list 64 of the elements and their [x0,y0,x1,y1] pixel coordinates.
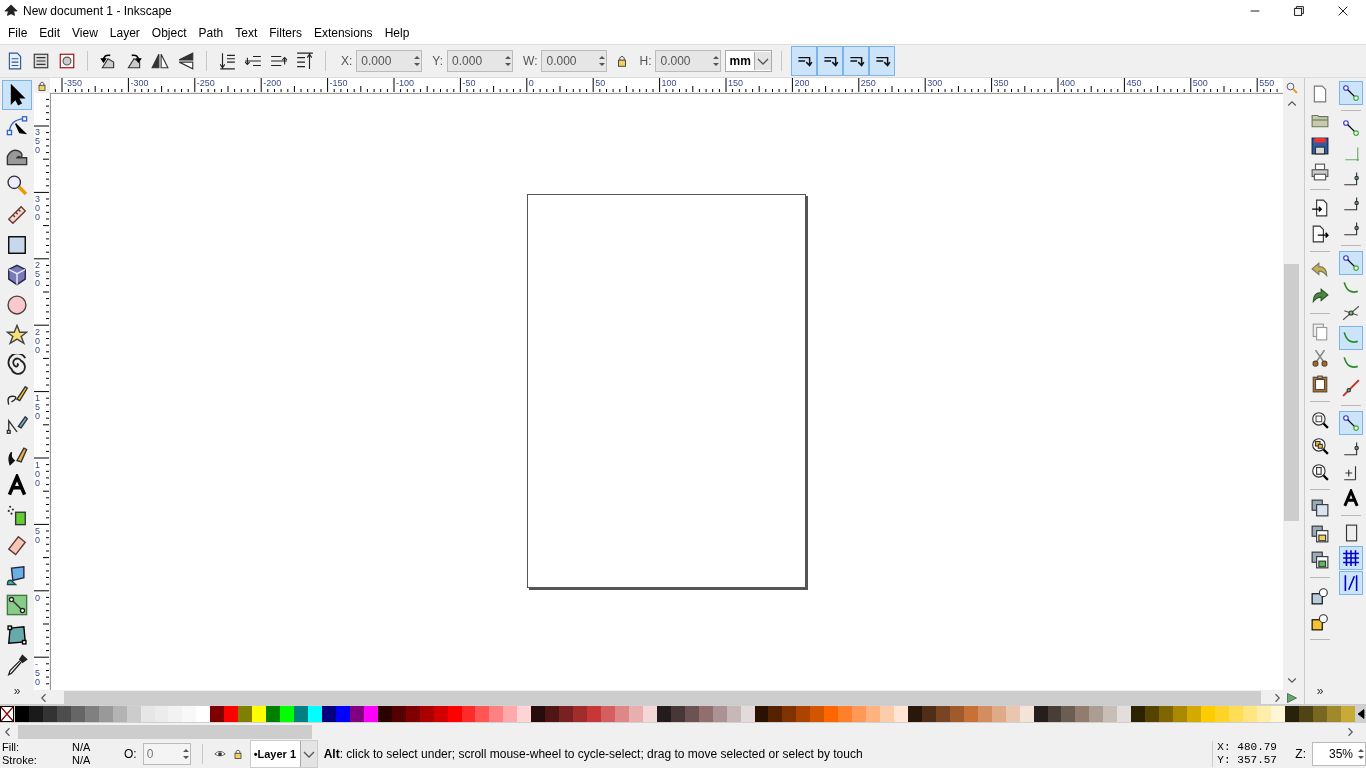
opacity-label: O: [124,747,137,761]
ruler-label: 300 [35,194,40,222]
menu-item[interactable]: Layer [103,26,146,40]
fill-label: Fill: [2,741,21,754]
ruler-label: 100 [35,460,40,488]
ruler-label: -100 [396,78,414,88]
zoom-label: Z: [1295,747,1306,761]
ruler-label: 150 [35,394,40,421]
fill-value: N/A [72,741,92,754]
layer-dropdown[interactable]: •Layer 1 [249,740,318,768]
menu-item[interactable]: Filters [263,26,308,40]
opacity-field[interactable]: 0 [142,743,191,765]
menu-item[interactable]: Edit [33,26,67,40]
zoom-field[interactable]: 35% [1312,742,1366,766]
ruler-label: 150 [728,78,744,88]
ruler-label: -350 [64,78,82,88]
spin-field[interactable]: 0.000 [356,50,423,72]
ruler-label: -200 [263,78,282,88]
ruler-label: -50 [35,660,40,687]
ruler-label: -300 [130,78,149,88]
spin-field[interactable]: 0.000 [655,50,722,72]
stroke-label: Stroke: [2,754,38,767]
ruler-label: -150 [329,78,348,88]
ruler-label: 100 [661,78,677,88]
stroke-value: N/A [72,754,92,767]
menu-item[interactable]: Help [378,26,416,40]
ruler-label: 450 [1126,78,1142,88]
menu-item[interactable]: Extensions [307,26,379,40]
menu-item[interactable]: View [66,26,104,40]
status-message: Alt: click to select under; scroll mouse-wheel to cycle-select; drag to move selected or select by touch [323,747,863,761]
window-title: New document 1 - Inkscape [23,4,172,18]
ruler-label: 200 [794,78,810,88]
ruler-label: 250 [860,78,876,88]
field-label: Y: [432,54,444,68]
cursor-y-label: Y: [1217,754,1232,767]
menu-item[interactable]: File [2,26,34,40]
ruler-label: -250 [196,78,215,88]
ruler-label: 0 [35,593,40,603]
ruler-label: 550 [1259,78,1275,88]
unit-dropdown[interactable]: mm [725,50,772,72]
ruler-label: 50 [35,527,40,545]
ruler-label: 300 [927,78,943,88]
menu-item[interactable]: Text [229,26,264,40]
cursor-y-value: 357.57 [1237,754,1278,767]
ruler-label: 50 [595,78,606,88]
menu-item[interactable]: Object [145,26,193,40]
more-button[interactable]: » [1316,684,1324,698]
ruler-label: 500 [1192,78,1208,88]
ruler-label: -50 [462,78,476,88]
spin-field[interactable]: 0.000 [541,50,608,72]
field-label: H: [639,54,652,68]
ruler-label: 200 [35,327,40,355]
more-button[interactable]: » [13,684,21,698]
spin-field[interactable]: 0.000 [447,50,514,72]
field-label: W: [523,54,538,68]
cursor-x-label: X: [1217,741,1232,754]
ruler-label: 350 [993,78,1009,88]
menu-item[interactable]: Path [192,26,230,40]
cursor-x-value: 480.79 [1237,741,1278,754]
ruler-label: 400 [1060,78,1076,88]
field-label: X: [341,54,353,68]
ruler-label: 250 [35,261,40,288]
ruler-label: 0 [528,78,534,88]
ruler-label: 350 [35,128,40,155]
